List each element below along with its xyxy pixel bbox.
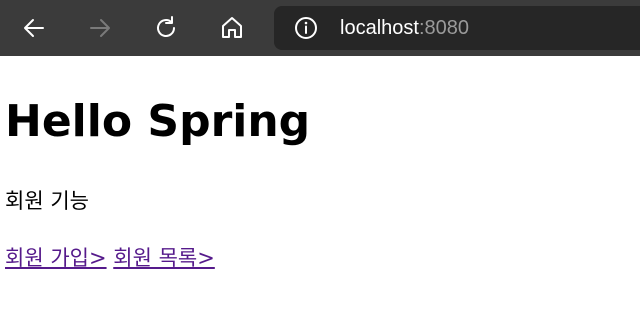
forward-arrow-icon bbox=[90, 19, 110, 37]
back-arrow-icon bbox=[24, 19, 44, 37]
link-row: 회원 가입> 회원 목록> bbox=[5, 243, 215, 273]
refresh-button[interactable] bbox=[148, 10, 184, 46]
home-button[interactable] bbox=[214, 10, 250, 46]
back-button[interactable] bbox=[16, 10, 52, 46]
address-bar[interactable]: localhost:8080 bbox=[274, 6, 640, 50]
browser-toolbar: localhost:8080 bbox=[0, 0, 640, 56]
member-list-link[interactable]: 회원 목록> bbox=[113, 246, 215, 270]
url-port: :8080 bbox=[418, 17, 469, 39]
url-host: localhost bbox=[340, 17, 419, 39]
page-content: Hello Spring 회원 기능 회원 가입> 회원 목록> bbox=[0, 56, 640, 329]
section-label: 회원 기능 bbox=[5, 189, 89, 213]
info-icon[interactable] bbox=[294, 16, 318, 40]
home-icon bbox=[222, 17, 242, 38]
forward-button[interactable] bbox=[82, 10, 118, 46]
url-text[interactable]: localhost:8080 bbox=[340, 6, 469, 50]
refresh-icon bbox=[157, 16, 175, 37]
member-join-link[interactable]: 회원 가입> bbox=[5, 246, 107, 270]
page-title: Hello Spring bbox=[5, 96, 311, 147]
